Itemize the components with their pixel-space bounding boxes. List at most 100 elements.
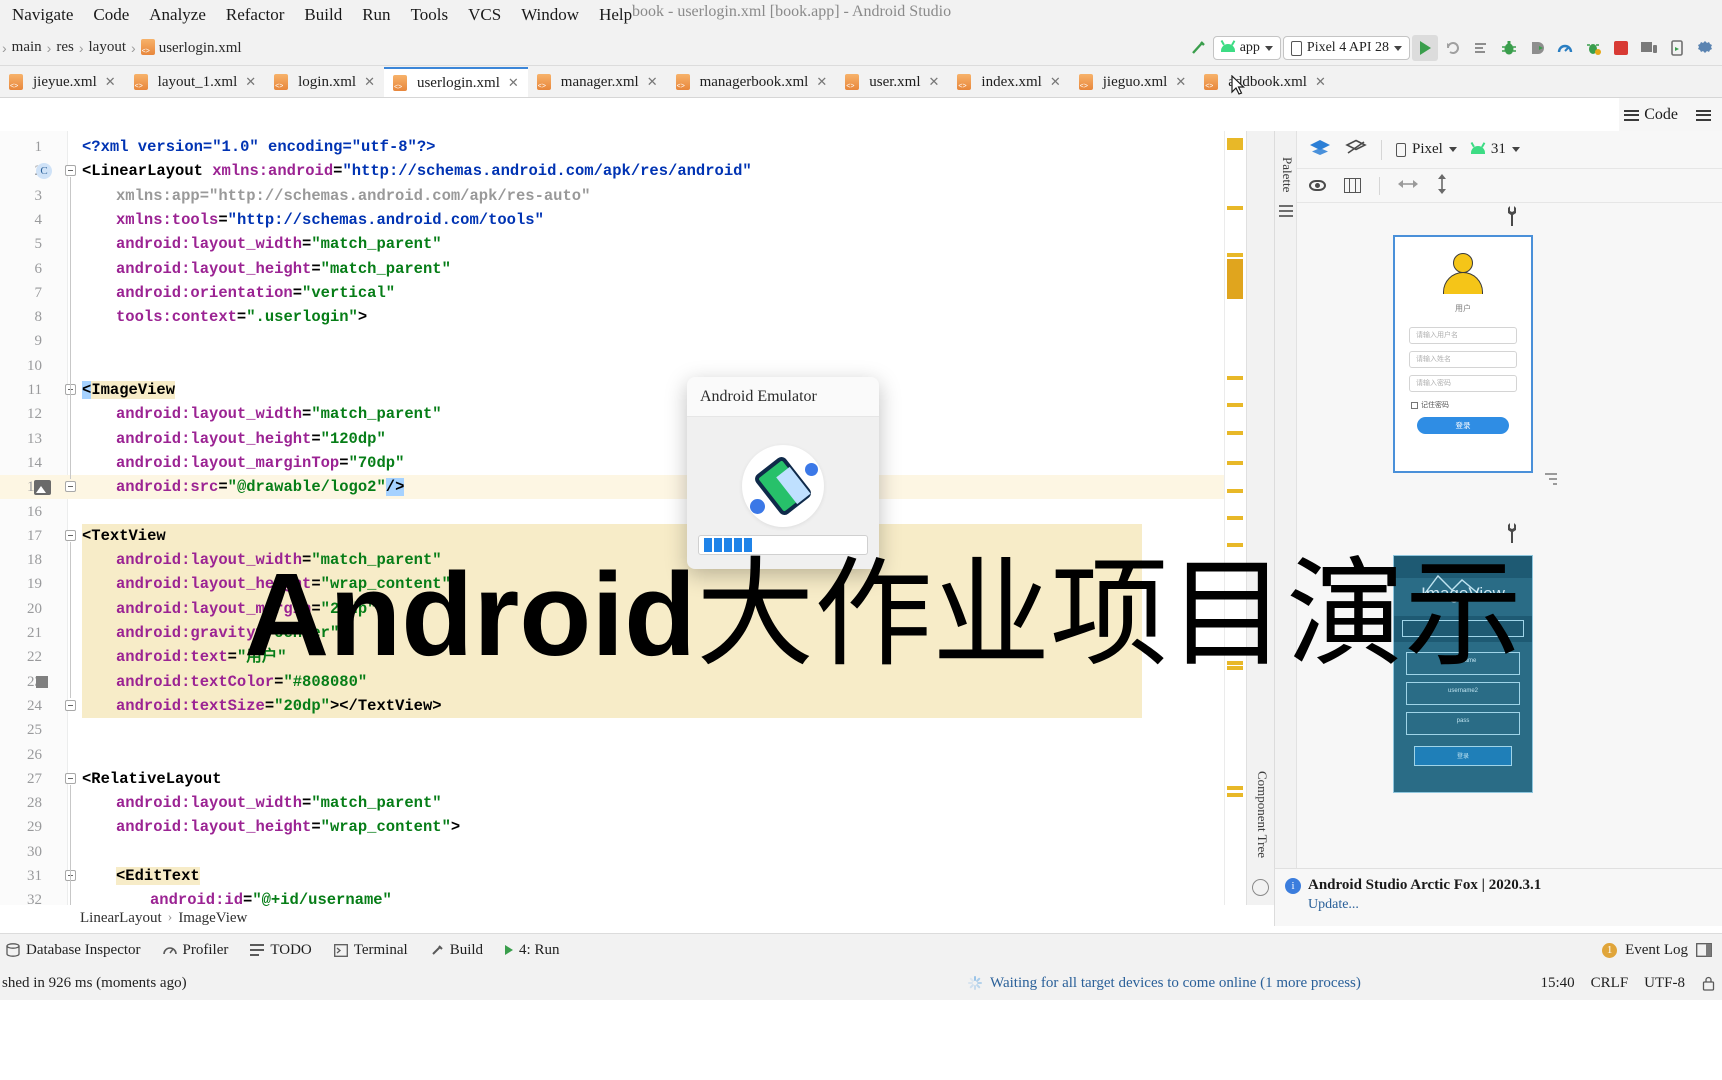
preview-field-realname[interactable]: 请输入姓名 bbox=[1409, 351, 1517, 368]
code-line-31[interactable]: <EditText bbox=[82, 864, 200, 888]
rendered-preview-device[interactable]: 用户 请输入用户名 请输入姓名 请输入密码 记住密码 登录 bbox=[1393, 235, 1533, 473]
close-icon[interactable]: ✕ bbox=[1175, 74, 1186, 90]
close-icon[interactable]: ✕ bbox=[105, 74, 116, 90]
avd-manager-button[interactable] bbox=[1664, 35, 1690, 61]
attach-debugger-button[interactable] bbox=[1524, 35, 1550, 61]
code-line-27[interactable]: <RelativeLayout bbox=[82, 767, 222, 791]
code-line-12[interactable]: android:layout_width="match_parent" bbox=[82, 402, 442, 426]
close-icon[interactable]: ✕ bbox=[929, 74, 940, 90]
editor-tab-manager-xml[interactable]: manager.xml ✕ bbox=[528, 67, 667, 97]
preview-field-password[interactable]: 请输入密码 bbox=[1409, 375, 1517, 392]
editor-tab-jieguo-xml[interactable]: jieguo.xml ✕ bbox=[1070, 67, 1195, 97]
visibility-eye-icon[interactable] bbox=[1309, 180, 1326, 191]
code-line-32[interactable]: android:id="@+id/username" bbox=[82, 888, 392, 912]
apply-changes-button[interactable] bbox=[1468, 35, 1494, 61]
menu-analyze[interactable]: Analyze bbox=[139, 5, 216, 25]
layout-inspector-button[interactable] bbox=[1580, 35, 1606, 61]
device-dropdown[interactable]: Pixel bbox=[1396, 141, 1457, 158]
menu-vcs[interactable]: VCS bbox=[458, 5, 511, 25]
code-line-15[interactable]: android:src="@drawable/logo2"/> bbox=[82, 475, 405, 499]
tool-window-terminal[interactable]: Terminal bbox=[333, 942, 408, 959]
menu-tools[interactable]: Tools bbox=[401, 5, 459, 25]
editor-marker-bar[interactable] bbox=[1224, 131, 1246, 926]
code-line-24[interactable]: android:textSize="20dp"></TextView> bbox=[82, 694, 442, 718]
build-hammer-icon[interactable] bbox=[1185, 35, 1211, 61]
tool-window-run[interactable]: 4: Run bbox=[505, 942, 559, 959]
code-line-7[interactable]: android:orientation="vertical" bbox=[82, 281, 395, 305]
editor-tab-jieyue-xml[interactable]: jieyue.xml ✕ bbox=[0, 67, 125, 97]
sdk-manager-button[interactable] bbox=[1692, 35, 1718, 61]
editor-breadcrumb-imageview[interactable]: ImageView bbox=[178, 910, 247, 927]
editor-tab-managerbook-xml[interactable]: managerbook.xml ✕ bbox=[667, 67, 837, 97]
code-fold-toggle[interactable] bbox=[65, 699, 76, 711]
code-line-8[interactable]: tools:context=".userlogin"> bbox=[82, 305, 367, 329]
close-icon[interactable]: ✕ bbox=[508, 75, 519, 91]
device-selector[interactable]: Pixel 4 API 28 bbox=[1282, 36, 1410, 60]
code-line-2[interactable]: <LinearLayout xmlns:android="http://sche… bbox=[82, 159, 752, 183]
tool-window-todo[interactable]: TODO bbox=[250, 942, 312, 959]
code-line-5[interactable]: android:layout_width="match_parent" bbox=[82, 232, 442, 256]
tool-window-build[interactable]: Build bbox=[430, 942, 483, 959]
layout-toggle-icon[interactable] bbox=[1696, 943, 1712, 957]
code-line-14[interactable]: android:layout_marginTop="70dp" bbox=[82, 451, 404, 475]
code-editor[interactable]: <?xml version="1.0" encoding="utf-8"?> <L… bbox=[0, 131, 1274, 926]
code-line-29[interactable]: android:layout_height="wrap_content"> bbox=[82, 815, 460, 839]
menu-build[interactable]: Build bbox=[294, 5, 352, 25]
code-line-4[interactable]: xmlns:tools="http://schemas.android.com/… bbox=[82, 208, 544, 232]
preview-remember-checkbox[interactable]: 记住密码 bbox=[1411, 400, 1449, 410]
vertical-resize-icon[interactable] bbox=[1436, 174, 1448, 197]
code-line-3[interactable]: xmlns:app="http://schemas.android.com/ap… bbox=[82, 184, 590, 208]
attributes-icon[interactable] bbox=[1279, 205, 1293, 217]
editor-tab-userlogin-xml[interactable]: userlogin.xml ✕ bbox=[383, 67, 528, 97]
menu-navigate[interactable]: Navigate bbox=[2, 5, 83, 25]
close-icon[interactable]: ✕ bbox=[1050, 74, 1061, 90]
code-line-6[interactable]: android:layout_height="match_parent" bbox=[82, 257, 451, 281]
code-line-13[interactable]: android:layout_height="120dp" bbox=[82, 427, 386, 451]
panes-icon[interactable] bbox=[1344, 178, 1361, 193]
color-swatch-icon[interactable] bbox=[36, 675, 48, 688]
module-selector[interactable]: app bbox=[1212, 36, 1281, 60]
editor-tab-layout_1-xml[interactable]: layout_1.xml ✕ bbox=[125, 67, 265, 97]
editor-tab-login-xml[interactable]: login.xml ✕ bbox=[265, 67, 384, 97]
status-encoding[interactable]: UTF-8 bbox=[1644, 975, 1685, 992]
breadcrumb-item-userlogin-xml[interactable]: userlogin.xml bbox=[136, 38, 247, 57]
close-icon[interactable]: ✕ bbox=[245, 74, 256, 90]
tool-window-profiler[interactable]: Profiler bbox=[162, 942, 228, 959]
fold-column[interactable] bbox=[60, 131, 82, 926]
android-emulator-splash-dialog[interactable]: Android Emulator bbox=[687, 377, 879, 569]
close-icon[interactable]: ✕ bbox=[816, 74, 827, 90]
horizontal-resize-icon[interactable] bbox=[1398, 178, 1418, 193]
close-icon[interactable]: ✕ bbox=[647, 74, 658, 90]
right-tool-strip[interactable]: Component Tree bbox=[1246, 131, 1274, 926]
preview-field-username[interactable]: 请输入用户名 bbox=[1409, 327, 1517, 344]
code-fold-toggle[interactable] bbox=[65, 165, 76, 177]
image-preview-icon[interactable] bbox=[34, 480, 51, 496]
menu-refactor[interactable]: Refactor bbox=[216, 5, 295, 25]
resize-grip[interactable] bbox=[1539, 469, 1557, 487]
code-line-11[interactable]: <ImageView bbox=[82, 378, 176, 402]
editor-tab-addbook-xml[interactable]: addbook.xml✕ bbox=[1195, 67, 1335, 97]
code-content[interactable]: <?xml version="1.0" encoding="utf-8"?> <L… bbox=[0, 131, 1274, 926]
lock-icon[interactable] bbox=[1701, 976, 1716, 991]
event-log-label[interactable]: Event Log bbox=[1625, 942, 1688, 959]
stop-button[interactable] bbox=[1608, 35, 1634, 61]
device-manager-button[interactable] bbox=[1636, 35, 1662, 61]
close-icon[interactable]: ✕ bbox=[1315, 74, 1326, 90]
breadcrumb-item-main[interactable]: main bbox=[7, 39, 47, 56]
rerun-button[interactable] bbox=[1440, 35, 1466, 61]
profiler-button[interactable] bbox=[1552, 35, 1578, 61]
code-line-1[interactable]: <?xml version="1.0" encoding="utf-8"?> bbox=[82, 135, 435, 159]
palette-label[interactable]: Palette bbox=[1279, 157, 1295, 192]
editor-tab-index-xml[interactable]: index.xml ✕ bbox=[948, 67, 1069, 97]
design-mode-button[interactable] bbox=[1309, 139, 1331, 161]
status-line-separator[interactable]: CRLF bbox=[1591, 975, 1629, 992]
tab-split[interactable] bbox=[1691, 108, 1716, 123]
code-line-17[interactable]: <TextView bbox=[82, 524, 166, 548]
code-fold-toggle[interactable] bbox=[65, 772, 76, 784]
menu-window[interactable]: Window bbox=[511, 5, 589, 25]
tool-window-database-inspector[interactable]: Database Inspector bbox=[6, 942, 141, 959]
component-tree-label[interactable]: Component Tree bbox=[1254, 771, 1270, 858]
blueprint-mode-button[interactable] bbox=[1345, 139, 1367, 161]
close-icon[interactable]: ✕ bbox=[364, 74, 375, 90]
breadcrumb-item-layout[interactable]: layout bbox=[84, 39, 132, 56]
